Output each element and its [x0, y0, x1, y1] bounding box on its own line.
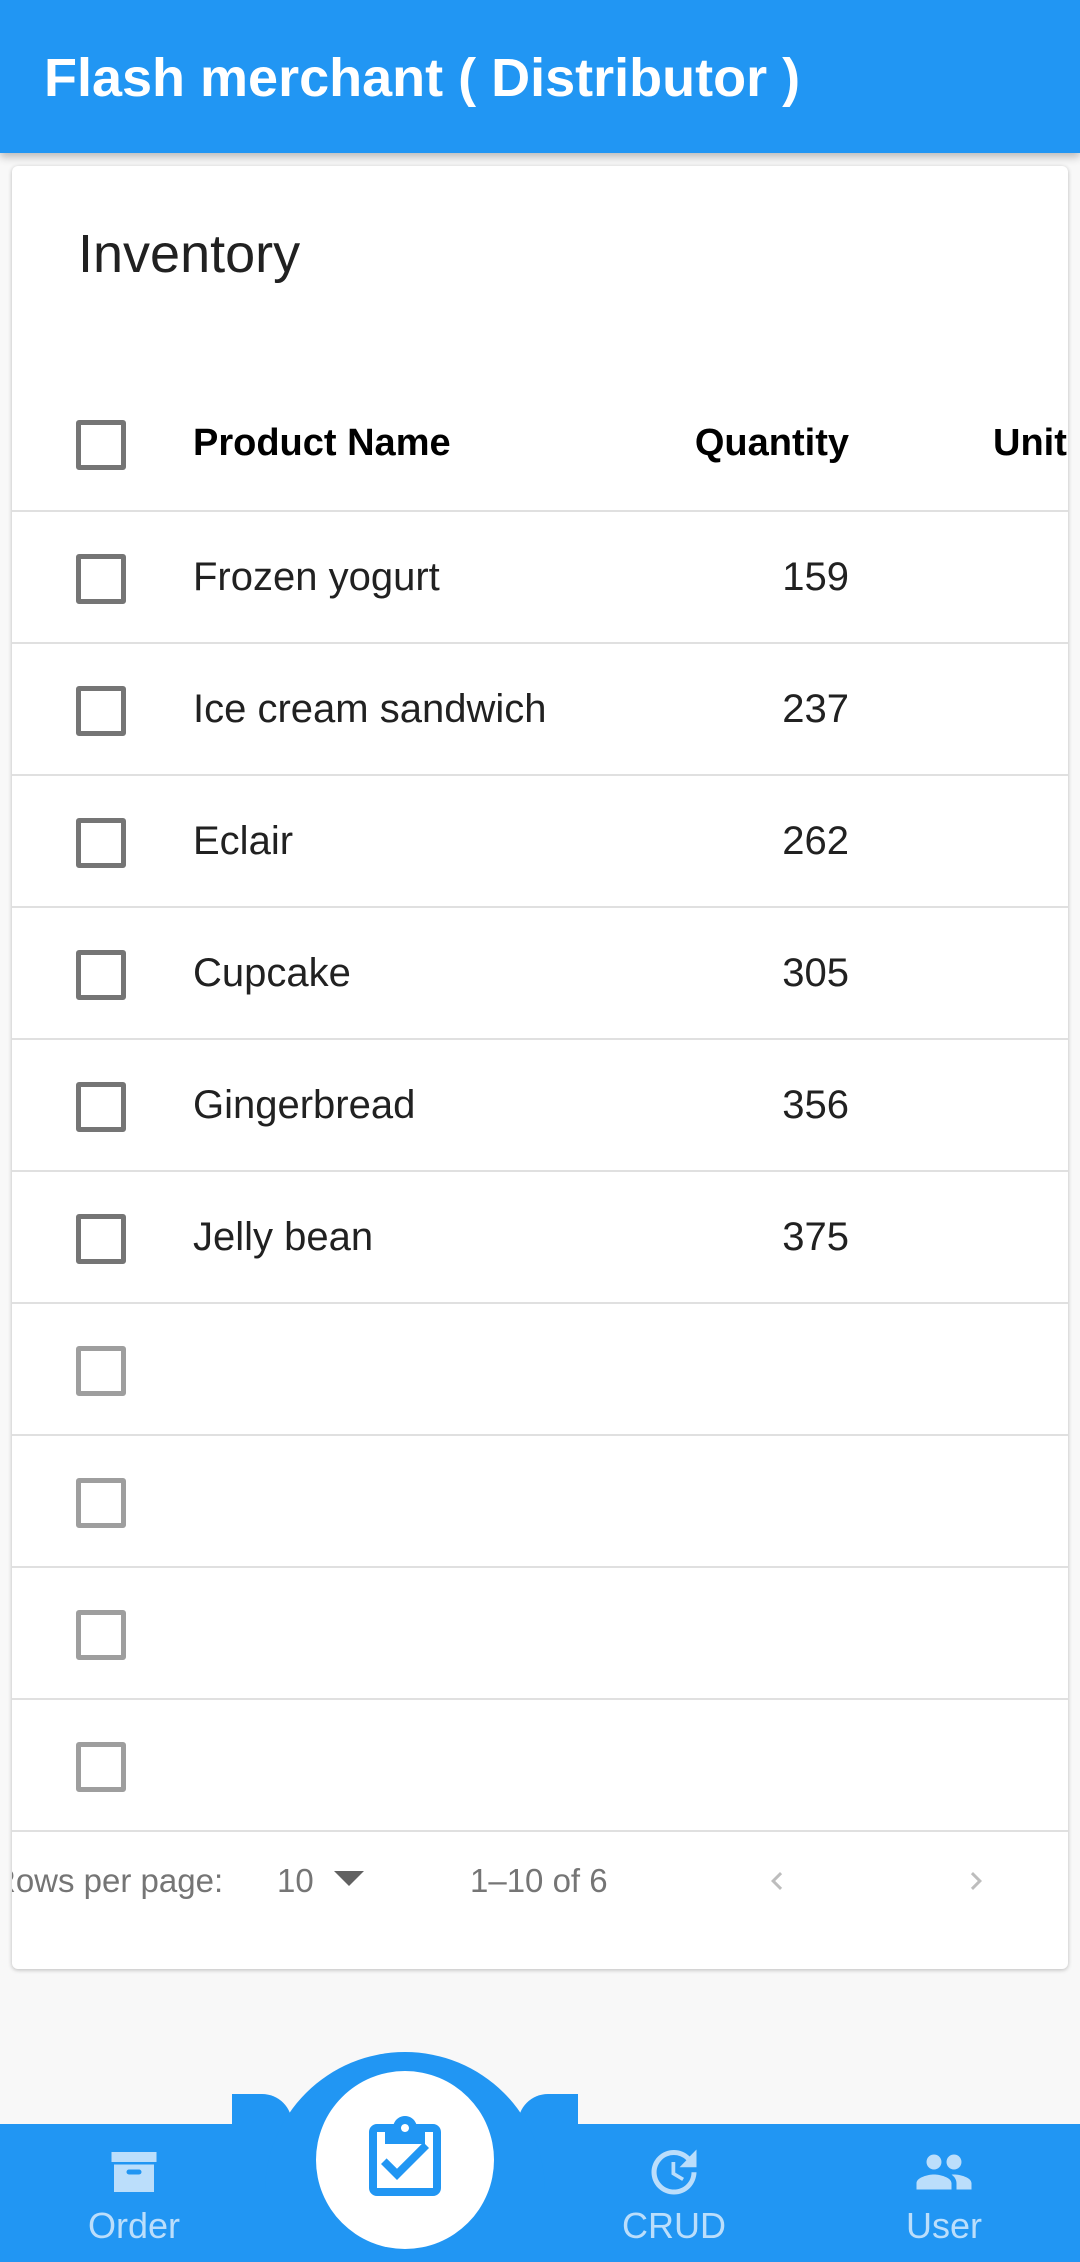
- app-bar: Flash merchant ( Distributor ): [0, 0, 1080, 153]
- nav-label-crud: CRUD: [622, 2205, 726, 2246]
- row-checkbox[interactable]: [76, 554, 126, 604]
- row-checkbox-disabled: [76, 1742, 126, 1792]
- app-title: Flash merchant ( Distributor ): [44, 48, 801, 108]
- row-checkbox[interactable]: [76, 1214, 126, 1264]
- quantity-cell: 262: [782, 818, 849, 863]
- row-checkbox[interactable]: [76, 686, 126, 736]
- people-icon: [916, 2154, 972, 2190]
- table-row[interactable]: Gingerbread 356: [12, 1040, 1068, 1172]
- rows-per-page-label: Rows per page:: [12, 1862, 224, 1899]
- product-name-cell: Jelly bean: [193, 1214, 374, 1259]
- inventory-fab-button[interactable]: [316, 2071, 494, 2249]
- quantity-cell: 375: [782, 1214, 849, 1259]
- product-name-cell: Eclair: [193, 818, 294, 863]
- table-row[interactable]: Eclair 262: [12, 776, 1068, 908]
- row-checkbox[interactable]: [76, 950, 126, 1000]
- quantity-cell: 237: [782, 686, 849, 731]
- chevron-left-icon: [771, 1872, 783, 1890]
- row-checkbox-disabled: [76, 1346, 126, 1396]
- nav-item-order[interactable]: Order: [34, 2124, 234, 2262]
- quantity-cell: 305: [782, 950, 849, 995]
- nav-label-user: User: [905, 2205, 982, 2246]
- previous-page-button[interactable]: [749, 1853, 805, 1909]
- table-row[interactable]: Frozen yogurt 159: [12, 512, 1068, 644]
- nav-item-crud[interactable]: CRUD: [574, 2124, 774, 2262]
- nav-label-order: Order: [87, 2205, 181, 2246]
- nav-notch-right: [518, 2094, 578, 2126]
- product-name-cell: Frozen yogurt: [193, 554, 440, 599]
- card-title: Inventory: [78, 224, 301, 284]
- table-row[interactable]: Ice cream sandwich 237: [12, 644, 1068, 776]
- product-name-cell: Ice cream sandwich: [193, 686, 547, 731]
- table-header-row: Product Name Quantity Unit: [12, 376, 1068, 512]
- column-header-unit[interactable]: Unit: [993, 376, 1067, 510]
- quantity-cell: 159: [782, 554, 849, 599]
- inventory-table: Product Name Quantity Unit Frozen yogurt…: [12, 376, 1068, 1832]
- rows-per-page-value[interactable]: 10: [277, 1813, 314, 1949]
- update-clock-icon: [651, 2149, 697, 2195]
- column-header-product-name[interactable]: Product Name: [193, 376, 451, 510]
- empty-table-row: [12, 1568, 1068, 1700]
- page-range-text: 1–10 of 6: [470, 1862, 608, 1899]
- chevron-right-icon: [970, 1872, 982, 1890]
- column-header-quantity[interactable]: Quantity: [695, 376, 849, 510]
- clipboard-check-icon: [369, 2116, 441, 2196]
- product-name-cell: Cupcake: [193, 950, 351, 995]
- archive-icon: [111, 2152, 157, 2192]
- dropdown-caret-icon[interactable]: [334, 1871, 364, 1886]
- select-all-checkbox[interactable]: [76, 420, 126, 470]
- row-checkbox-disabled: [76, 1478, 126, 1528]
- row-checkbox[interactable]: [76, 1082, 126, 1132]
- empty-table-row: [12, 1436, 1068, 1568]
- empty-table-row: [12, 1304, 1068, 1436]
- table-row[interactable]: Jelly bean 375: [12, 1172, 1068, 1304]
- table-row[interactable]: Cupcake 305: [12, 908, 1068, 1040]
- row-checkbox[interactable]: [76, 818, 126, 868]
- inventory-card: Inventory Product Name Quantity Unit Fro…: [12, 166, 1068, 1969]
- pagination-footer: Rows per page: 10 1–10 of 6: [12, 1813, 1068, 1969]
- product-name-cell: Gingerbread: [193, 1082, 416, 1127]
- row-checkbox-disabled: [76, 1610, 126, 1660]
- next-page-button[interactable]: [948, 1853, 1004, 1909]
- nav-item-user[interactable]: User: [844, 2124, 1044, 2262]
- quantity-cell: 356: [782, 1082, 849, 1127]
